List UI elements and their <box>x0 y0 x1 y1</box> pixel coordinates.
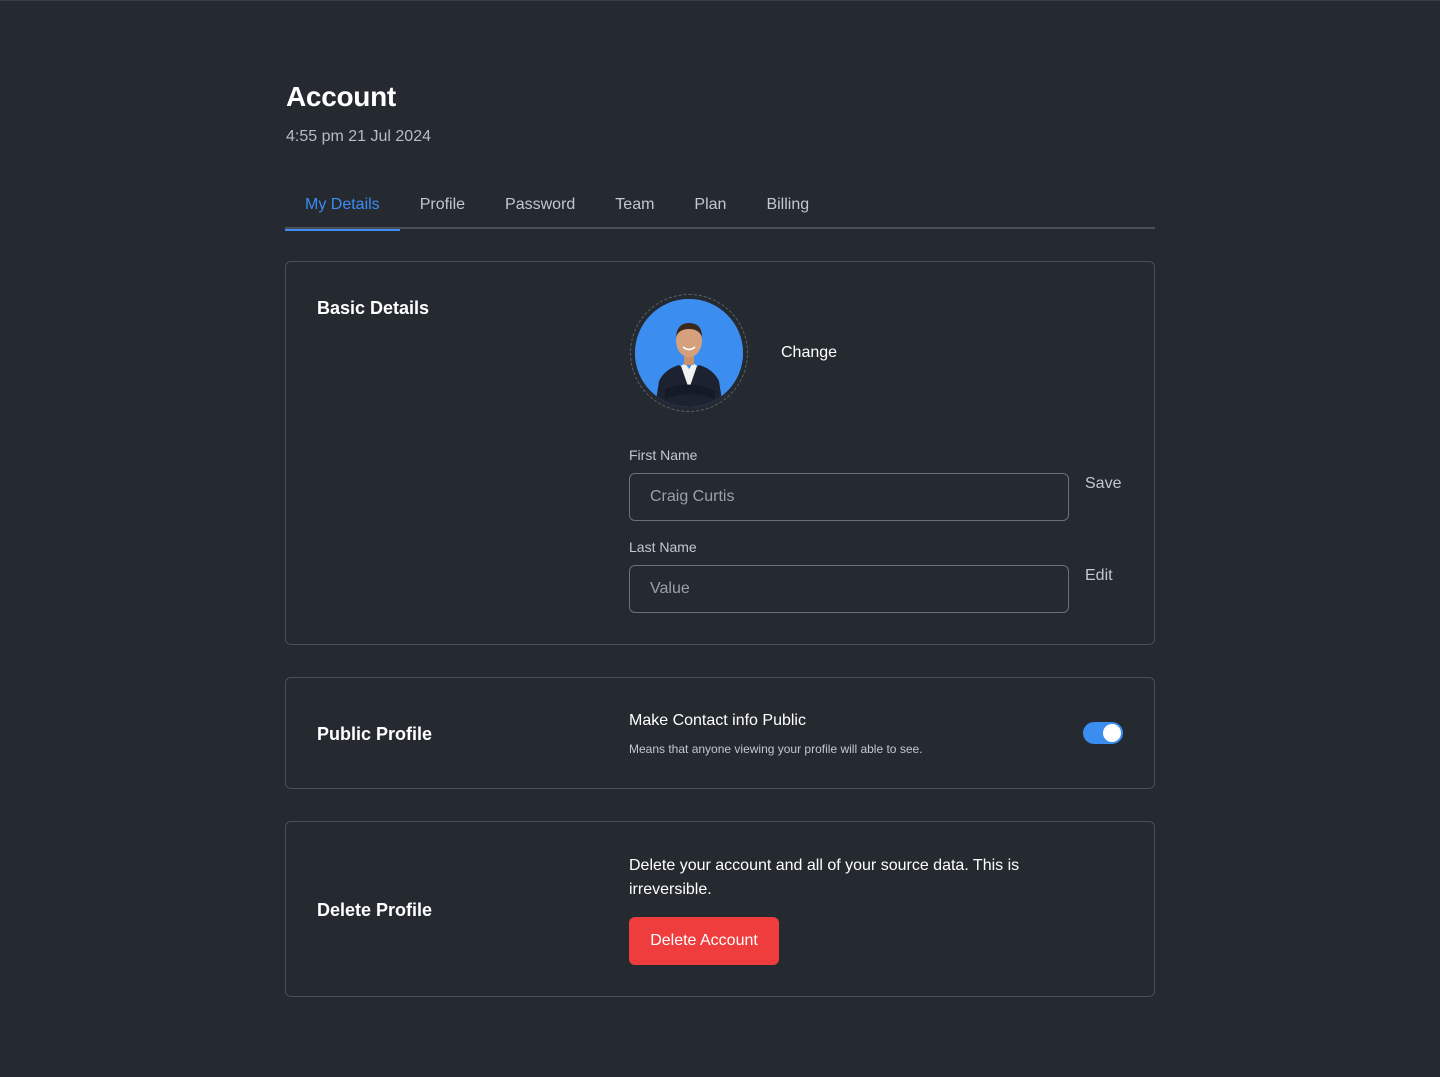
account-tabs: My Details Profile Password Team Plan Bi… <box>285 184 1155 231</box>
basic-details-title: Basic Details <box>317 298 430 318</box>
edit-button[interactable]: Edit <box>1085 567 1113 585</box>
delete-account-button[interactable]: Delete Account <box>629 917 779 965</box>
first-name-label: First Name <box>629 447 698 463</box>
public-profile-title: Public Profile <box>317 724 433 744</box>
delete-profile-title: Delete Profile <box>317 900 433 920</box>
tab-team[interactable]: Team <box>595 184 674 229</box>
first-name-field[interactable] <box>629 473 1069 521</box>
change-avatar-link[interactable]: Change <box>781 344 837 362</box>
tab-profile[interactable]: Profile <box>400 184 485 229</box>
delete-profile-description: Delete your account and all of your sour… <box>629 857 1020 898</box>
avatar-ring <box>630 294 748 412</box>
last-name-field[interactable] <box>629 565 1069 613</box>
person-avatar-icon <box>635 299 743 407</box>
public-contact-toggle-description: Means that anyone viewing your profile w… <box>629 742 923 756</box>
public-contact-toggle-title: Make Contact info Public <box>629 712 806 729</box>
delete-profile-card: Delete Profile Delete your account and a… <box>285 821 1155 997</box>
page-title: Account <box>286 81 396 112</box>
page-timestamp: 4:55 pm 21 Jul 2024 <box>286 128 431 145</box>
last-name-label: Last Name <box>629 539 697 555</box>
tab-password[interactable]: Password <box>485 184 595 229</box>
avatar <box>635 299 743 407</box>
public-profile-card: Public Profile Make Contact info Public … <box>285 677 1155 789</box>
toggle-knob <box>1103 724 1121 742</box>
public-contact-toggle[interactable] <box>1083 722 1123 744</box>
save-button[interactable]: Save <box>1085 475 1121 493</box>
tab-plan[interactable]: Plan <box>674 184 746 229</box>
basic-details-card: Basic Details Change First Name Craig Cu… <box>285 261 1155 645</box>
tab-my-details[interactable]: My Details <box>285 184 400 231</box>
tab-billing[interactable]: Billing <box>746 184 829 229</box>
account-page: Account 4:55 pm 21 Jul 2024 My Details P… <box>0 0 1440 1077</box>
